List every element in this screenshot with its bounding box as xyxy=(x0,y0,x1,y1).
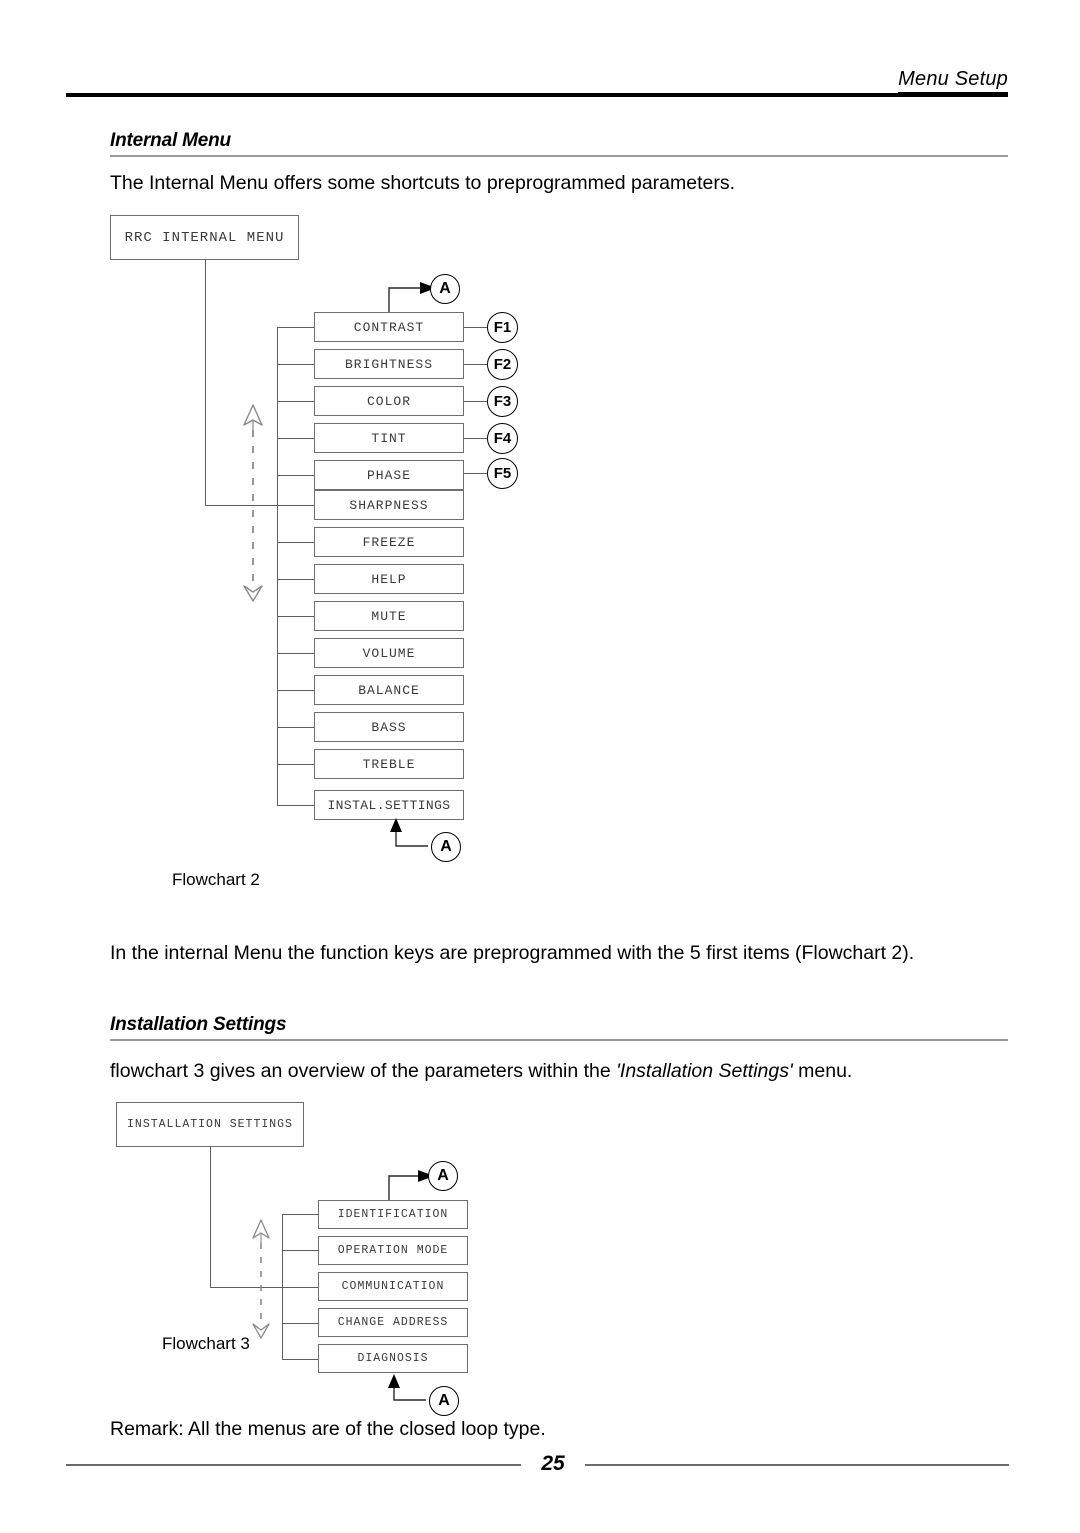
page-number: 25 xyxy=(541,1452,565,1475)
flowchart3-scroll-indicator xyxy=(252,1219,270,1339)
footer-rule-left xyxy=(66,1464,521,1466)
flowchart3-caption: Flowchart 3 xyxy=(162,1334,250,1353)
paragraph-remark: Remark: All the menus are of the closed … xyxy=(110,1418,546,1440)
footer-rule-right xyxy=(585,1464,1009,1466)
